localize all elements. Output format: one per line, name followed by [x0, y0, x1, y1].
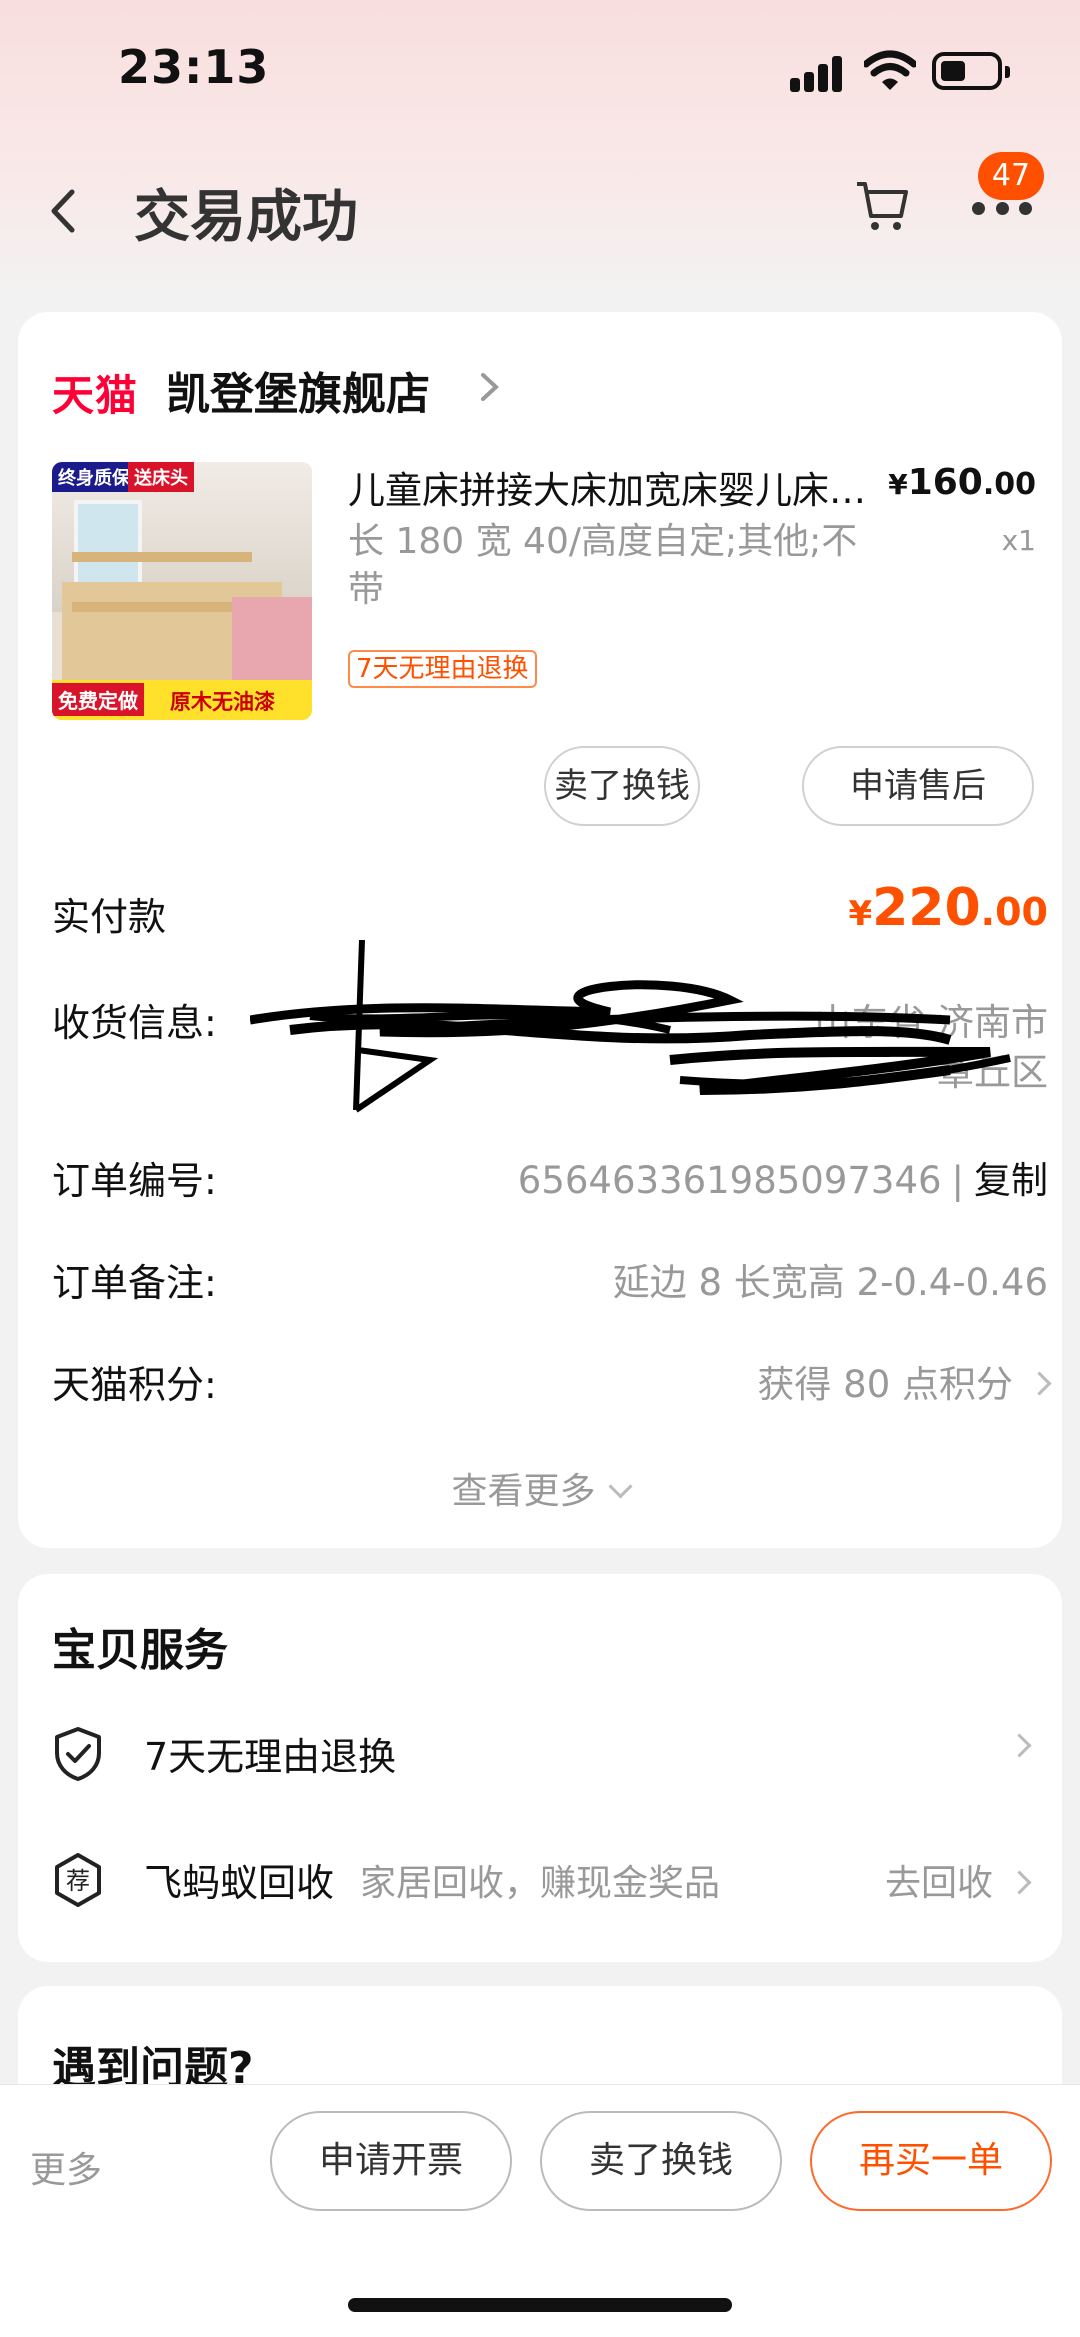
- rebuy-button[interactable]: 再买一单: [810, 2111, 1052, 2211]
- points-value[interactable]: 获得 80 点积分: [757, 1354, 1052, 1408]
- chevron-right-icon[interactable]: [478, 370, 502, 404]
- invoice-button[interactable]: 申请开票: [270, 2111, 512, 2211]
- wifi-icon: [864, 50, 916, 90]
- status-time: 23:13: [118, 40, 270, 94]
- order-number-label: 订单编号:: [52, 1159, 217, 1203]
- service-item-label: 7天无理由退换: [144, 1735, 397, 1779]
- shield-check-icon: [55, 1727, 101, 1781]
- battery-icon: [932, 52, 1010, 90]
- thumb-tag: 终身质保: [52, 462, 136, 492]
- cart-icon[interactable]: [854, 178, 910, 234]
- svg-text:荐: 荐: [66, 1867, 90, 1895]
- more-menu-icon[interactable]: [972, 202, 1032, 222]
- sell-button[interactable]: 卖了换钱: [540, 2111, 782, 2211]
- payment-row: 实付款 ¥220.00: [52, 878, 1048, 946]
- thumb-tag: 送床头: [128, 462, 194, 492]
- order-number-row: 订单编号: 656463361985097346 | 复制: [52, 1150, 1048, 1210]
- status-bar: 23:13: [0, 0, 1080, 140]
- payment-label: 实付款: [52, 895, 167, 939]
- page-title: 交易成功: [134, 185, 358, 250]
- product-title[interactable]: 儿童床拼接大床加宽床婴儿床带护栏: [348, 460, 878, 514]
- product-quantity: x1: [1001, 524, 1036, 557]
- store-name[interactable]: 凯登堡旗舰店: [166, 358, 430, 422]
- see-more-button[interactable]: 查看更多: [18, 1462, 1062, 1514]
- order-card: 天猫 凯登堡旗舰店 终身质保 送床头 免费定做 原木无油漆 儿童床拼接大床加宽床…: [18, 312, 1062, 1548]
- after-sale-button[interactable]: 申请售后: [802, 746, 1034, 826]
- back-arrow-icon[interactable]: [44, 186, 84, 236]
- points-row[interactable]: 天猫积分: 获得 80 点积分: [52, 1354, 1052, 1414]
- thumb-strip-label: 免费定做: [52, 683, 144, 716]
- message-count-badge: 47: [978, 152, 1044, 200]
- tmall-logo: 天猫: [52, 371, 139, 420]
- payment-amount: ¥220.00: [848, 878, 1048, 938]
- chevron-right-icon: [993, 1726, 1032, 1767]
- product-thumbnail[interactable]: 终身质保 送床头 免费定做 原木无油漆: [52, 462, 312, 720]
- service-card: 宝贝服务 7天无理由退换 荐 飞蚂蚁回收 家居回收，赚现金奖品 去回收: [18, 1574, 1062, 1962]
- more-actions-button[interactable]: 更多: [30, 2141, 102, 2193]
- recycle-action[interactable]: 去回收: [885, 1854, 1032, 1906]
- shipping-label: 收货信息:: [52, 1001, 217, 1045]
- product-spec: 长 180 宽 40/高度自定;其他;不带: [348, 521, 858, 610]
- recycle-badge-icon: 荐: [55, 1853, 101, 1907]
- nav-bar: 交易成功 47: [0, 140, 1080, 280]
- thumb-strip-label: 原木无油漆: [170, 690, 275, 714]
- return-policy-tag: 7天无理由退换: [348, 650, 537, 688]
- home-indicator: [348, 2298, 732, 2312]
- sell-button[interactable]: 卖了换钱: [544, 746, 700, 826]
- product-price: ¥160.00: [888, 462, 1036, 503]
- chevron-down-icon: [607, 1474, 633, 1499]
- points-label: 天猫积分:: [52, 1363, 217, 1407]
- remark-row: 订单备注: 延边 8 长宽高 2-0.4-0.46: [52, 1252, 1048, 1312]
- copy-button[interactable]: 复制: [974, 1159, 1048, 1202]
- remark-label: 订单备注:: [52, 1261, 217, 1305]
- service-item-label: 飞蚂蚁回收: [144, 1861, 335, 1905]
- service-title: 宝贝服务: [52, 1625, 228, 1676]
- order-number-value: 656463361985097346 | 复制: [517, 1159, 1048, 1202]
- redaction-scribble: [250, 940, 1011, 1113]
- service-item-subtitle: 家居回收，赚现金奖品: [360, 1863, 721, 1904]
- cellular-signal-icon: [790, 54, 846, 92]
- remark-value: 延边 8 长宽高 2-0.4-0.46: [612, 1261, 1048, 1304]
- chevron-right-icon: [1027, 1371, 1052, 1396]
